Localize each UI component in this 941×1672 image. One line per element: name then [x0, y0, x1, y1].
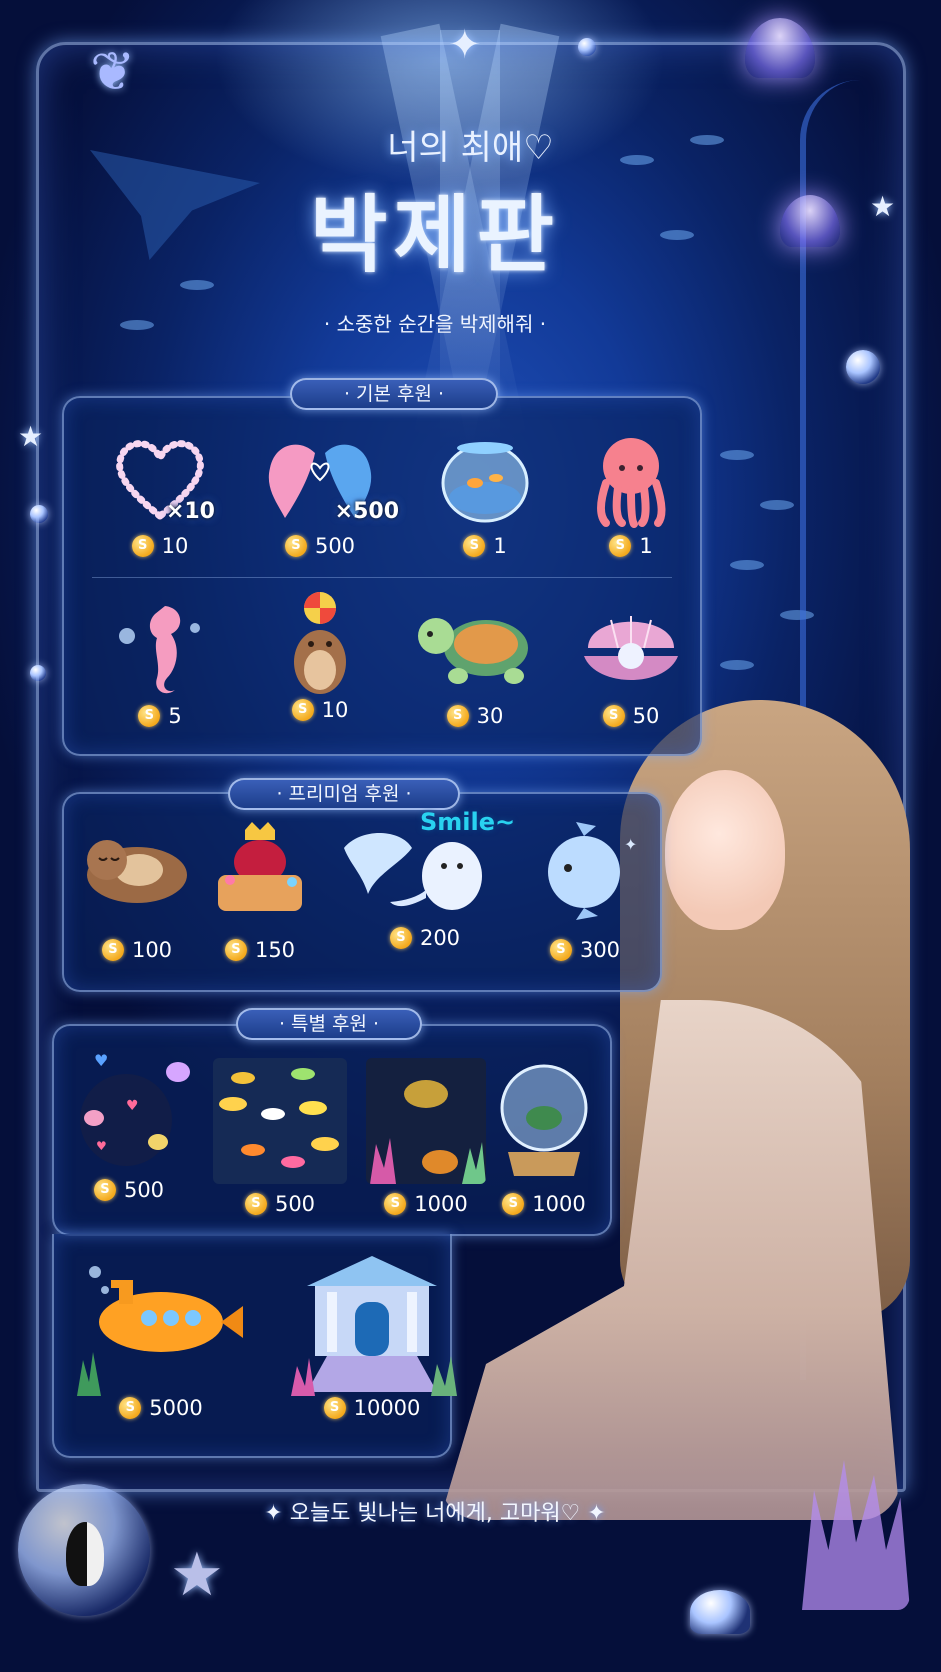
palace-icon: [287, 1246, 457, 1396]
star-icon: ★: [870, 190, 896, 223]
item-price: 500: [123, 1178, 165, 1202]
item-price: 30: [476, 704, 504, 728]
shell-icon: [690, 1590, 750, 1634]
donation-item-pearl-shell[interactable]: S 50: [556, 598, 706, 728]
donation-item-stingray-seal[interactable]: Smile~ S 200: [335, 808, 515, 950]
page-title: 박제판: [310, 185, 560, 284]
thank-you-message: ✦ 오늘도 빛나는 너에게, 고마워♡ ✦: [264, 1501, 606, 1526]
donation-item-dolphins[interactable]: ×500 S 500: [245, 428, 399, 558]
coin-icon: S: [101, 939, 124, 961]
item-price: 100: [131, 938, 173, 962]
coin-icon: S: [609, 535, 632, 557]
otter-ball-icon: [265, 590, 375, 698]
donation-item-jellyfish-scene[interactable]: ♥ ♥ ♥ S 500: [64, 1050, 194, 1202]
donation-item-octopus[interactable]: S1: [556, 428, 706, 558]
basic-section-label: · 기본 후원 ·: [290, 378, 498, 410]
divider: [92, 577, 672, 578]
heart-wreath-icon: ×10: [105, 428, 215, 528]
jellyfish-scene-icon: ♥ ♥ ♥: [66, 1050, 192, 1176]
coin-icon: S: [502, 1193, 525, 1215]
item-price: 1: [639, 534, 653, 558]
girl-face: [665, 770, 785, 930]
bubble-icon: [846, 350, 880, 384]
item-price: 1000: [414, 1192, 468, 1216]
item-price: 5000: [149, 1396, 203, 1420]
item-price: 300: [579, 938, 621, 962]
treasure-cake-icon: [200, 820, 320, 920]
star-icon: ✦: [448, 22, 482, 68]
item-price: 10: [161, 534, 189, 558]
coin-icon: S: [384, 1193, 407, 1215]
item-badge: ×10: [165, 499, 215, 524]
page-tagline: · 소중한 순간을 박제해줘 ·: [323, 312, 547, 336]
coin-icon: S: [93, 1179, 116, 1201]
special-section-label: · 특별 후원 ·: [236, 1008, 422, 1040]
item-price: 500: [314, 534, 356, 558]
premium-section-label: · 프리미엄 후원 ·: [228, 778, 460, 810]
pearl-shell-icon: [576, 598, 686, 698]
donation-item-seahorse[interactable]: S5: [85, 598, 235, 728]
starfish-icon: ★: [170, 1540, 224, 1610]
ribbon-bow-icon: ❦: [90, 40, 136, 103]
coin-icon: S: [119, 1397, 142, 1419]
stingray-seal-icon: Smile~: [340, 808, 515, 920]
item-price: 500: [274, 1192, 316, 1216]
page-subtitle: 너의 최애♡: [387, 128, 554, 168]
bubble-icon: [578, 38, 596, 56]
tropical-fish-scene-icon: [213, 1058, 347, 1184]
sunfish-icon: ✦: [520, 820, 650, 920]
coin-icon: S: [549, 939, 572, 961]
coin-icon: S: [291, 699, 314, 721]
item-price: 1000: [532, 1192, 586, 1216]
coin-icon: S: [389, 927, 412, 949]
turtle-icon: [410, 598, 540, 698]
item-badge: ×500: [334, 499, 399, 524]
svg-text:♥: ♥: [126, 1098, 139, 1114]
item-price: 10000: [353, 1396, 421, 1420]
smile-text: Smile~: [420, 808, 516, 836]
coin-icon: S: [244, 1193, 267, 1215]
item-price: 1: [493, 534, 507, 558]
donation-item-tropical-fish-scene[interactable]: S 500: [210, 1058, 350, 1216]
turtle-reef-scene-icon: [366, 1058, 486, 1184]
item-price: 5: [168, 704, 182, 728]
coin-icon: S: [284, 535, 307, 557]
coin-icon: S: [138, 705, 161, 727]
bubble-icon: [30, 665, 46, 681]
fishbowl-icon: [430, 428, 540, 528]
coin-icon: S: [463, 535, 486, 557]
donation-item-fishbowl[interactable]: S1: [410, 428, 560, 558]
donation-item-submarine[interactable]: S 5000: [66, 1256, 256, 1420]
svg-text:✦: ✦: [624, 835, 637, 854]
coin-icon: S: [446, 705, 469, 727]
item-price: 10: [321, 698, 349, 722]
item-price: 150: [254, 938, 296, 962]
coin-icon: S: [224, 939, 247, 961]
item-price: 200: [419, 926, 461, 950]
svg-text:♥: ♥: [96, 1139, 107, 1153]
coin-icon: S: [602, 705, 625, 727]
coin-icon: S: [131, 535, 154, 557]
coin-icon: S: [323, 1397, 346, 1419]
donation-item-otter[interactable]: S 10: [245, 590, 395, 722]
bubble-icon: [30, 505, 48, 523]
item-price: 50: [632, 704, 660, 728]
dolphins-icon: ×500: [265, 428, 399, 528]
donation-item-treasure-cake[interactable]: S 150: [185, 820, 335, 962]
submarine-icon: [71, 1256, 251, 1396]
seahorse-icon: [105, 598, 215, 698]
donation-item-snow-globe[interactable]: S 1000: [474, 1058, 614, 1216]
penguin-icon: [66, 1522, 104, 1586]
donation-item-sunfish[interactable]: ✦ S 300: [510, 820, 660, 962]
donation-item-palace[interactable]: S 10000: [282, 1246, 462, 1420]
background: ✦ ★ ★ ❦ 너의 최애♡ 박제판 · 소중한 순간을 박제해줘 · · 기본…: [0, 0, 941, 1672]
jellyfish-icon: [745, 18, 815, 78]
star-icon: ★: [18, 420, 44, 453]
donation-item-heart[interactable]: ×10 S 10: [85, 428, 235, 558]
svg-text:♥: ♥: [94, 1051, 108, 1070]
sleeping-otter-icon: [77, 820, 197, 920]
donation-item-turtle[interactable]: S 30: [400, 598, 550, 728]
octopus-icon: [576, 428, 686, 528]
snow-globe-icon: [494, 1058, 594, 1184]
